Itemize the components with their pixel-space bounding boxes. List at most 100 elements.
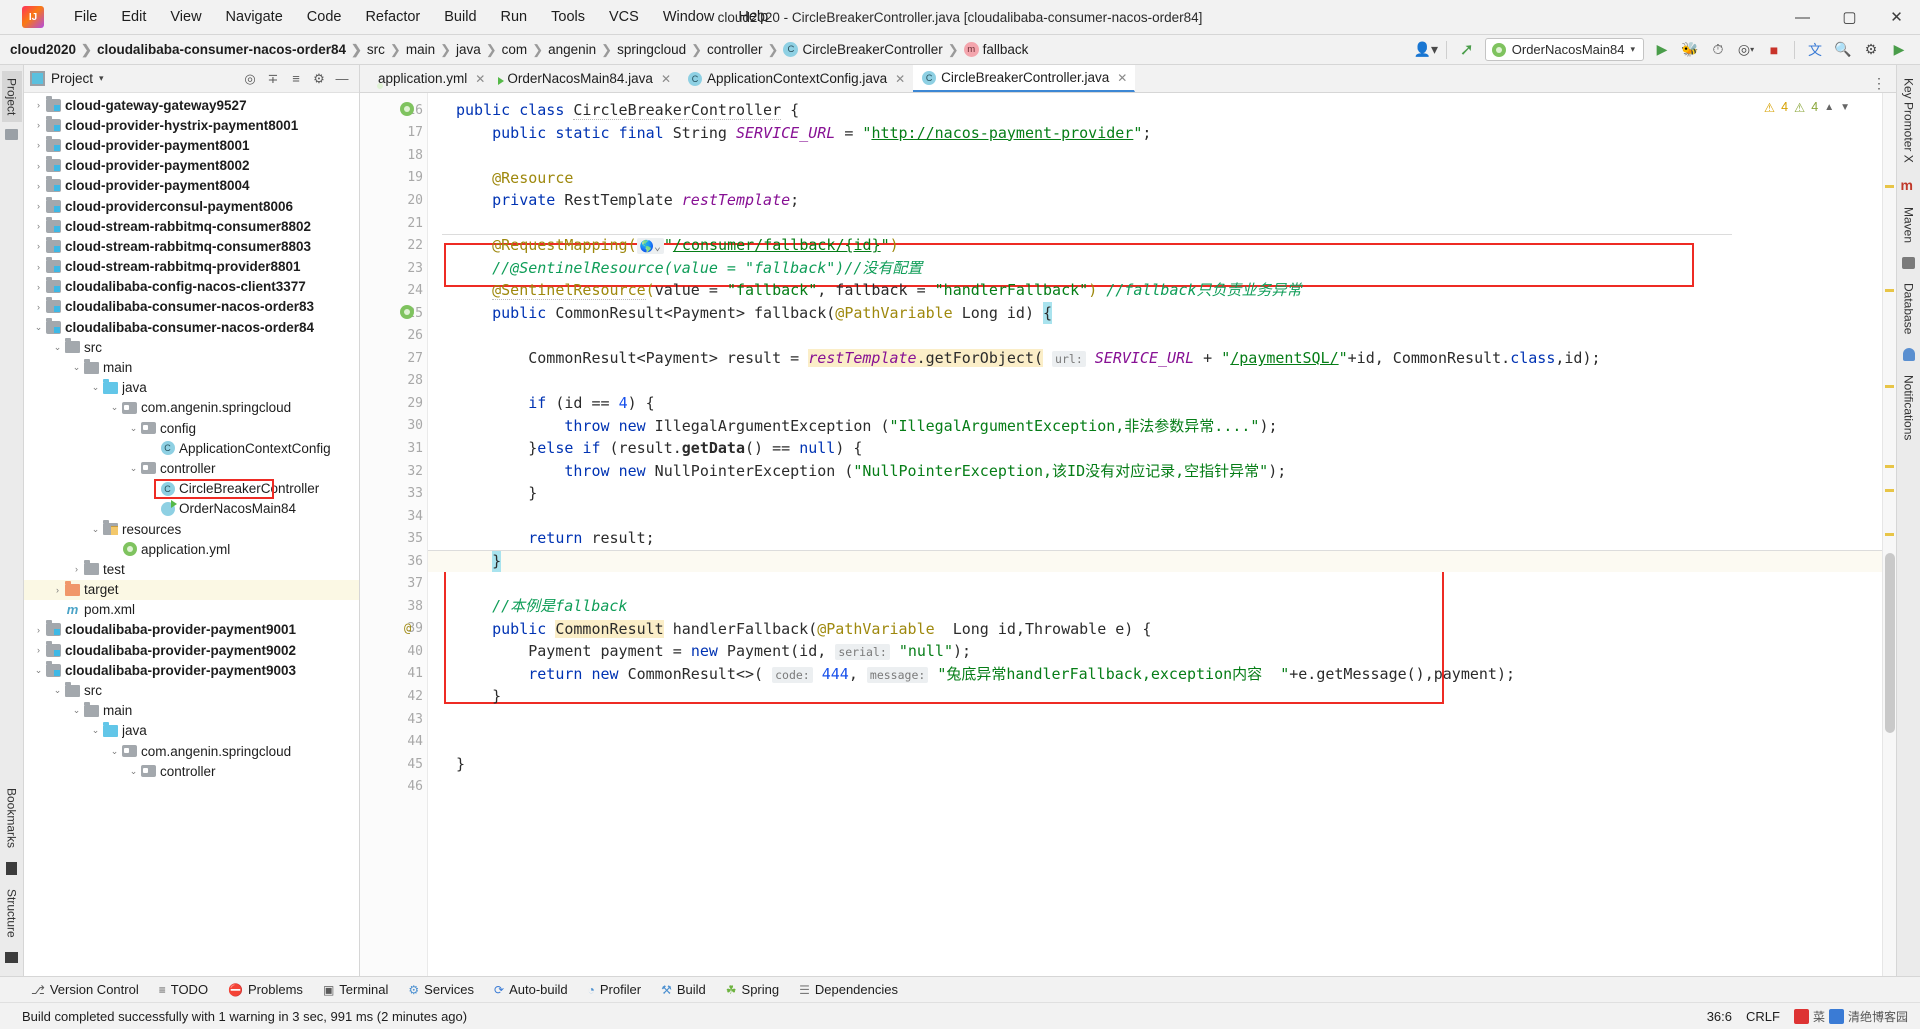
breadcrumb-item-main[interactable]: main ❯: [406, 42, 456, 58]
tree-node-java[interactable]: ⌄ java: [24, 378, 359, 398]
breadcrumb-item-src[interactable]: src ❯: [367, 42, 406, 58]
spring-bean-gutter-icon[interactable]: [400, 102, 414, 120]
disclosure-triangle-icon[interactable]: ›: [32, 100, 45, 110]
gutter-line[interactable]: 37: [360, 572, 427, 595]
editor-tab-circlebreakercontroller-java[interactable]: C CircleBreakerController.java ✕: [913, 65, 1136, 92]
menu-build[interactable]: Build: [432, 6, 488, 28]
tree-node-cloudalibaba-config-nacos-client3377[interactable]: › cloudalibaba-config-nacos-client3377: [24, 277, 359, 297]
code-line[interactable]: [428, 212, 1882, 235]
tree-node-cloudalibaba-provider-payment9002[interactable]: › cloudalibaba-provider-payment9002: [24, 640, 359, 660]
code-line[interactable]: [428, 775, 1882, 798]
breadcrumb-item-controller[interactable]: controller ❯: [707, 42, 783, 58]
disclosure-triangle-icon[interactable]: ›: [32, 241, 45, 251]
code-line[interactable]: public class CircleBreakerController {: [428, 99, 1882, 122]
tree-node-pom-xml[interactable]: ›m pom.xml: [24, 600, 359, 620]
tree-node-ordernacosmain84[interactable]: › OrderNacosMain84: [24, 499, 359, 519]
gutter-line[interactable]: 46: [360, 775, 427, 798]
hide-panel-icon[interactable]: —: [331, 68, 353, 90]
close-icon[interactable]: ✕: [475, 72, 485, 86]
sidebar-item-database[interactable]: Database: [1899, 276, 1919, 341]
disclosure-triangle-icon[interactable]: ›: [32, 161, 45, 171]
disclosure-triangle-icon[interactable]: ›: [32, 140, 45, 150]
code-line[interactable]: @Resource: [428, 167, 1882, 190]
gutter-line[interactable]: 42─: [360, 685, 434, 708]
disclosure-triangle-icon[interactable]: ⌄: [32, 322, 45, 333]
menu-bar[interactable]: File Edit View Navigate Code Refactor Bu…: [62, 6, 780, 28]
disclosure-triangle-icon[interactable]: ›: [32, 221, 45, 231]
disclosure-triangle-icon[interactable]: ›: [108, 544, 121, 554]
code-line[interactable]: [428, 572, 1882, 595]
stop-icon[interactable]: ■: [1761, 38, 1787, 62]
code-line[interactable]: @SentinelResource(value = "fallback", fa…: [428, 279, 1882, 302]
disclosure-triangle-icon[interactable]: ›: [146, 484, 159, 494]
tree-node-cloud-provider-payment8001[interactable]: › cloud-provider-payment8001: [24, 135, 359, 155]
spring-bean-gutter-icon[interactable]: [400, 304, 414, 323]
tool-window-dependencies[interactable]: ☰ Dependencies: [790, 979, 907, 1000]
translate-icon[interactable]: 文: [1802, 38, 1828, 62]
menu-code[interactable]: Code: [295, 6, 354, 28]
code-line[interactable]: public static final String SERVICE_URL =…: [428, 122, 1882, 145]
code-line[interactable]: }else if (result.getData() == null) {: [428, 437, 1882, 460]
gutter-line[interactable]: 45: [360, 753, 427, 776]
line-number-gutter[interactable]: 16 17 18 19 20 21 22─ 23 24─25─ 26 27 28 29─ 30 31─ 32 3…: [360, 93, 435, 976]
code-line[interactable]: throw new IllegalArgumentException ("Ill…: [428, 415, 1882, 438]
tree-node-circlebreakercontroller[interactable]: ›CCircleBreakerController: [24, 478, 359, 499]
gutter-line[interactable]: 40: [360, 640, 427, 663]
code-line[interactable]: [428, 144, 1882, 167]
gutter-line[interactable]: 34: [360, 505, 427, 528]
disclosure-triangle-icon[interactable]: ⌄: [51, 685, 64, 696]
disclosure-triangle-icon[interactable]: ›: [32, 625, 45, 635]
breadcrumb-item-cloud2020[interactable]: cloud2020 ❯: [10, 42, 97, 58]
tree-node-com-angenin-springcloud[interactable]: ⌄ com.angenin.springcloud: [24, 741, 359, 761]
disclosure-triangle-icon[interactable]: ›: [32, 120, 45, 130]
code-line[interactable]: return new CommonResult<>( code: 444, me…: [428, 663, 1882, 686]
gutter-line[interactable]: 27: [360, 347, 427, 370]
tool-window-profiler[interactable]: ◔ Profiler: [579, 979, 650, 1000]
gutter-line[interactable]: 28: [360, 370, 427, 393]
menu-edit[interactable]: Edit: [109, 6, 158, 28]
disclosure-triangle-icon[interactable]: ⌄: [127, 423, 140, 434]
tree-node-cloudalibaba-provider-payment9003[interactable]: ⌄ cloudalibaba-provider-payment9003: [24, 660, 359, 680]
editor-tab-ordernacosmain84-java[interactable]: OrderNacosMain84.java ✕: [493, 65, 679, 92]
code-line[interactable]: if (id == 4) {: [428, 392, 1882, 415]
tree-node-cloudalibaba-consumer-nacos-order84[interactable]: ⌄ cloudalibaba-consumer-nacos-order84: [24, 317, 359, 337]
disclosure-triangle-icon[interactable]: ›: [32, 262, 45, 272]
editor-options-icon[interactable]: ⋮: [1872, 75, 1896, 92]
tree-node-cloudalibaba-consumer-nacos-order83[interactable]: › cloudalibaba-consumer-nacos-order83: [24, 297, 359, 317]
profile-icon[interactable]: ⏱: [1705, 38, 1731, 62]
disclosure-triangle-icon[interactable]: ⌄: [89, 382, 102, 393]
expand-all-icon[interactable]: ∓: [262, 68, 284, 90]
menu-window[interactable]: Window: [651, 6, 727, 28]
gutter-line[interactable]: 19: [360, 167, 427, 190]
sidebar-item-bookmarks[interactable]: Bookmarks: [2, 781, 22, 855]
code-line[interactable]: }: [428, 549, 1882, 573]
editor-scroll-thumb[interactable]: [1885, 553, 1895, 733]
gutter-line[interactable]: 32: [360, 460, 427, 483]
tree-node-cloud-provider-payment8002[interactable]: › cloud-provider-payment8002: [24, 156, 359, 176]
run-configuration-selector[interactable]: OrderNacosMain84 ▾: [1484, 38, 1644, 61]
gutter-line[interactable]: 29─: [360, 392, 434, 415]
code-line[interactable]: CommonResult<Payment> result = restTempl…: [428, 347, 1882, 370]
tree-node-resources[interactable]: ⌄ resources: [24, 519, 359, 539]
disclosure-triangle-icon[interactable]: ›: [32, 282, 45, 292]
gutter-line[interactable]: 31─: [360, 437, 434, 460]
close-icon[interactable]: ✕: [1117, 71, 1127, 85]
tool-window-version-control[interactable]: ⎇ Version Control: [22, 979, 148, 1000]
settings-icon[interactable]: ⚙: [1858, 38, 1884, 62]
chevron-down-icon[interactable]: ▼: [1840, 102, 1850, 113]
menu-view[interactable]: View: [158, 6, 213, 28]
breadcrumb-item-com[interactable]: com ❯: [502, 42, 548, 58]
code-line[interactable]: }: [428, 482, 1882, 505]
gutter-line[interactable]: 26: [360, 324, 427, 347]
locate-target-icon[interactable]: ◎: [239, 68, 261, 90]
breadcrumb-item-angenin[interactable]: angenin ❯: [548, 42, 617, 58]
run-icon[interactable]: ▶: [1649, 38, 1675, 62]
breadcrumb-item-class[interactable]: C CircleBreakerController ❯: [783, 42, 963, 58]
tree-node-application-yml[interactable]: › application.yml: [24, 539, 359, 559]
gutter-line[interactable]: 25─: [360, 302, 435, 325]
override-gutter-icon[interactable]: @: [404, 621, 411, 635]
tree-node-main[interactable]: ⌄ main: [24, 701, 359, 721]
tool-window-bar[interactable]: ⎇ Version Control ≡ TODO ⛔ Problems ▣ Terminal ⚙…: [0, 976, 1920, 1002]
gutter-line[interactable]: 41: [360, 663, 427, 686]
menu-tools[interactable]: Tools: [539, 6, 597, 28]
